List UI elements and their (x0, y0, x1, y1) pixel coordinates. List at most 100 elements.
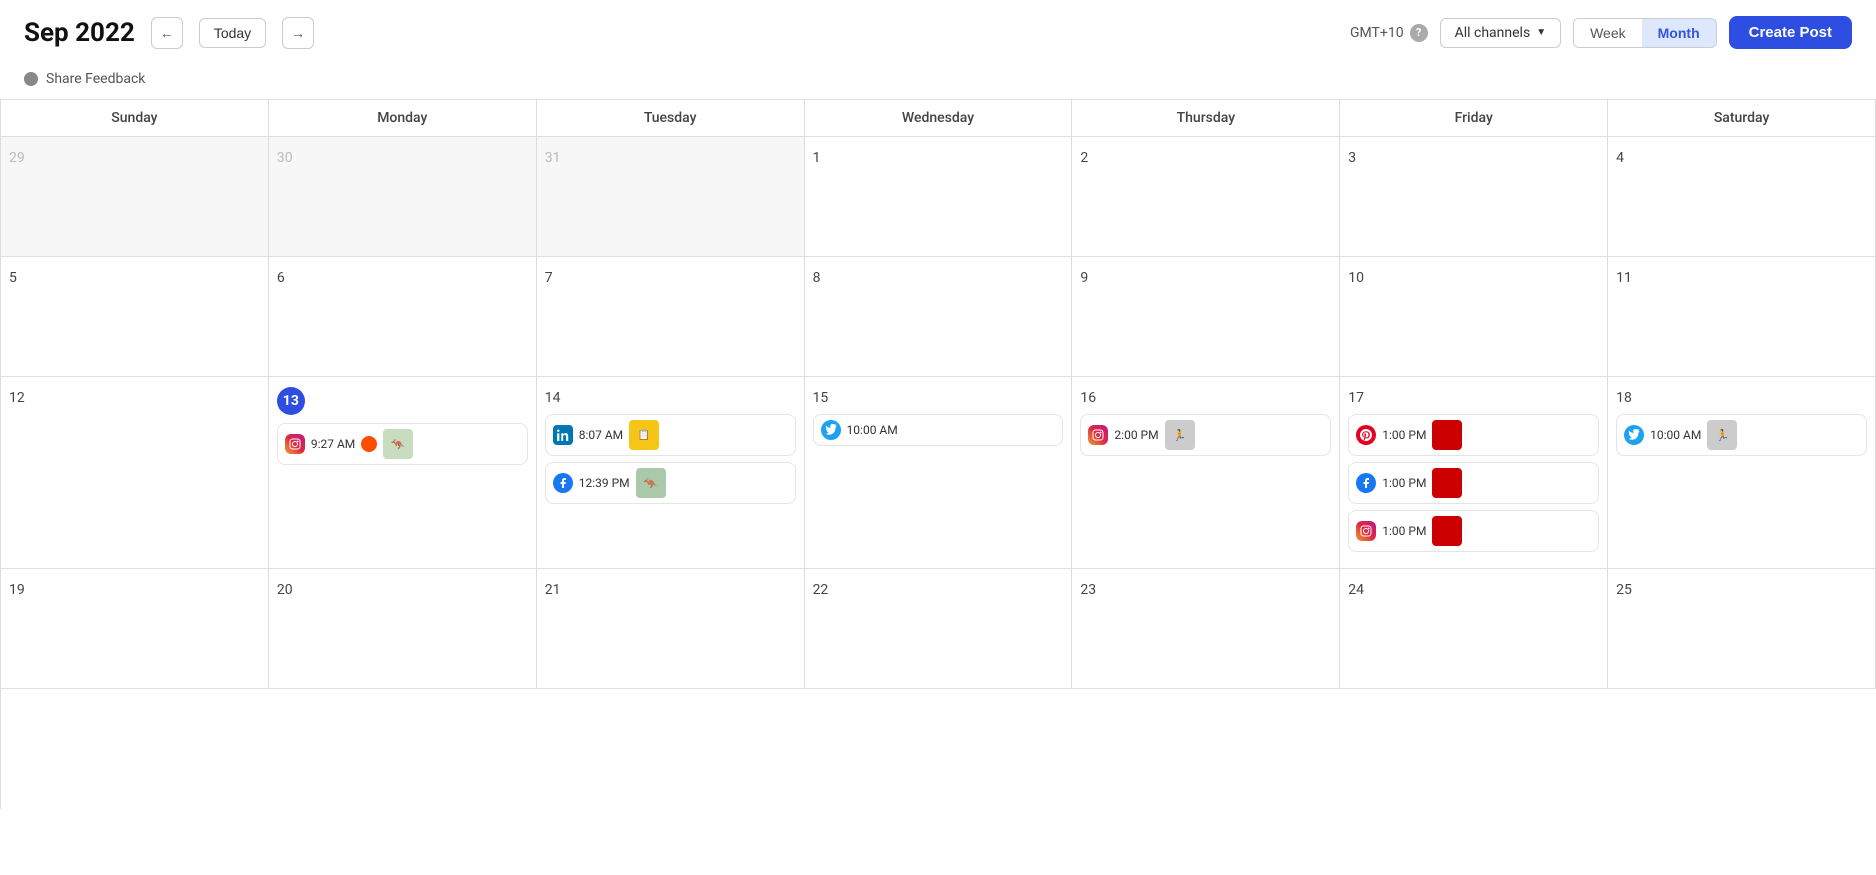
event-card-sep16-1[interactable]: 2:00 PM 🏃 (1080, 414, 1331, 456)
event-card-sep13-1[interactable]: 9:27 AM 🦘 (277, 423, 528, 465)
event-time: 2:00 PM (1114, 428, 1158, 442)
day-number: 3 (1348, 150, 1356, 166)
feedback-bar: Share Feedback (0, 65, 1876, 99)
cal-cell-sep11: 11 (1608, 257, 1876, 377)
event-time: 12:39 PM (579, 476, 630, 490)
cal-cell-sep7: 7 (537, 257, 805, 377)
event-card-sep14-1[interactable]: 8:07 AM 📋 (545, 414, 796, 456)
cal-cell-sep22: 22 (805, 569, 1073, 689)
app-header: Sep 2022 ← Today → GMT+10 ? All channels… (0, 0, 1876, 65)
event-time: 10:00 AM (1650, 428, 1701, 442)
cal-cell-aug30: 30 (269, 137, 537, 257)
cal-cell-sep2: 2 (1072, 137, 1340, 257)
calendar-body: 29 30 31 1 2 3 4 5 (1, 137, 1876, 809)
day-number: 9 (1080, 270, 1088, 286)
header-right: GMT+10 ? All channels ▼ Week Month Creat… (1350, 16, 1852, 49)
cal-cell-sep19: 19 (1, 569, 269, 689)
twitter-icon (821, 420, 841, 440)
instagram-icon (285, 434, 305, 454)
event-card-sep17-1[interactable]: 1:00 PM (1348, 414, 1599, 456)
cal-cell-aug29: 29 (1, 137, 269, 257)
cal-cell-sep10: 10 (1340, 257, 1608, 377)
instagram-icon (1356, 521, 1376, 541)
day-header-friday: Friday (1340, 100, 1608, 137)
cal-cell-sep17: 17 1:00 PM 1:00 PM (1340, 377, 1608, 569)
day-number: 17 (1348, 390, 1364, 406)
cal-cell-sep18: 18 10:00 AM 🏃 (1608, 377, 1876, 569)
feedback-label[interactable]: Share Feedback (46, 71, 145, 87)
event-thumbnail (1432, 516, 1462, 546)
day-number: 10 (1348, 270, 1364, 286)
cal-cell-sep15: 15 10:00 AM (805, 377, 1073, 569)
view-toggle: Week Month (1573, 18, 1717, 48)
channels-label: All channels (1455, 25, 1531, 41)
event-card-sep18-1[interactable]: 10:00 AM 🏃 (1616, 414, 1867, 456)
month-title: Sep 2022 (24, 18, 135, 48)
day-header-tuesday: Tuesday (537, 100, 805, 137)
event-card-sep14-2[interactable]: 12:39 PM 🦘 (545, 462, 796, 504)
cal-cell-aug31: 31 (537, 137, 805, 257)
day-number: 24 (1348, 582, 1364, 598)
day-number: 5 (9, 270, 17, 286)
cal-cell-sep9: 9 (1072, 257, 1340, 377)
calendar-grid: Sunday Monday Tuesday Wednesday Thursday… (0, 99, 1876, 809)
day-number: 6 (277, 270, 285, 286)
day-number: 19 (9, 582, 25, 598)
event-card-sep17-3[interactable]: 1:00 PM (1348, 510, 1599, 552)
cal-cell-sep14: 14 8:07 AM 📋 12:39 PM 🦘 (537, 377, 805, 569)
event-time: 8:07 AM (579, 428, 623, 442)
day-number: 12 (9, 390, 25, 406)
day-number: 7 (545, 270, 553, 286)
event-time: 10:00 AM (847, 423, 898, 437)
day-number: 22 (813, 582, 829, 598)
month-view-button[interactable]: Month (1642, 19, 1716, 47)
facebook-icon (553, 473, 573, 493)
twitter-icon (1624, 425, 1644, 445)
event-thumbnail (1432, 420, 1462, 450)
event-time: 1:00 PM (1382, 476, 1426, 490)
cal-cell-sep25: 25 (1608, 569, 1876, 689)
today-button[interactable]: Today (199, 18, 266, 48)
timezone-label: GMT+10 (1350, 25, 1404, 41)
cal-cell-sep5: 5 (1, 257, 269, 377)
cal-cell-sep4: 4 (1608, 137, 1876, 257)
day-number: 25 (1616, 582, 1632, 598)
calendar-header-row: Sunday Monday Tuesday Wednesday Thursday… (1, 100, 1876, 137)
linkedin-icon (553, 425, 573, 445)
event-time: 1:00 PM (1382, 524, 1426, 538)
timezone-display: GMT+10 ? (1350, 24, 1428, 42)
cal-cell-sep12: 12 (1, 377, 269, 569)
day-number: 18 (1616, 390, 1632, 406)
prev-month-button[interactable]: ← (151, 17, 183, 49)
app-container: Sep 2022 ← Today → GMT+10 ? All channels… (0, 0, 1876, 809)
day-number: 16 (1080, 390, 1096, 406)
event-thumbnail: 🦘 (383, 429, 413, 459)
day-header-monday: Monday (269, 100, 537, 137)
cal-cell-sep1: 1 (805, 137, 1073, 257)
day-number: 11 (1616, 270, 1632, 286)
cal-cell-sep21: 21 (537, 569, 805, 689)
cal-cell-sep23: 23 (1072, 569, 1340, 689)
event-thumbnail: 🦘 (636, 468, 666, 498)
event-thumbnail: 🏃 (1707, 420, 1737, 450)
day-number: 8 (813, 270, 821, 286)
next-month-button[interactable]: → (282, 17, 314, 49)
cal-cell-sep13: 13 9:27 AM 🦘 (269, 377, 537, 569)
day-number: 14 (545, 390, 561, 406)
day-header-saturday: Saturday (1608, 100, 1876, 137)
day-number: 1 (813, 150, 821, 166)
day-header-wednesday: Wednesday (805, 100, 1073, 137)
facebook-icon (1356, 473, 1376, 493)
cal-cell-sep16: 16 2:00 PM 🏃 (1072, 377, 1340, 569)
event-thumbnail: 📋 (629, 420, 659, 450)
event-card-sep17-2[interactable]: 1:00 PM (1348, 462, 1599, 504)
week-view-button[interactable]: Week (1574, 19, 1642, 47)
day-header-sunday: Sunday (1, 100, 269, 137)
event-card-sep15-1[interactable]: 10:00 AM (813, 414, 1064, 446)
pinterest-icon (1356, 425, 1376, 445)
channels-dropdown[interactable]: All channels ▼ (1440, 18, 1562, 48)
day-number: 30 (277, 150, 293, 166)
create-post-button[interactable]: Create Post (1729, 16, 1852, 49)
timezone-help-icon[interactable]: ? (1410, 24, 1428, 42)
cal-cell-sep24: 24 (1340, 569, 1608, 689)
